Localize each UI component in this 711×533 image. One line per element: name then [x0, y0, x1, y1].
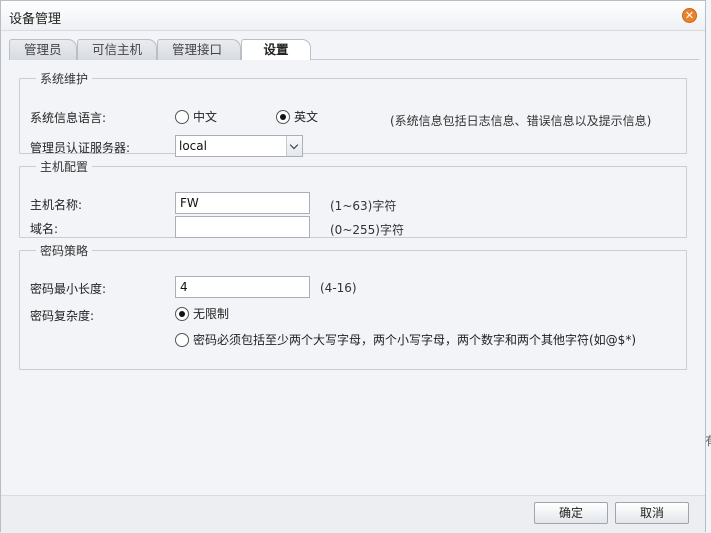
system-maintenance-group: 系统维护 系统信息语言: 中文 英文 (系统信息包括日志信息、错误信息以及提示信…: [19, 70, 687, 157]
hostname-input[interactable]: FW: [175, 192, 310, 214]
tab-administrators[interactable]: 管理员: [9, 39, 77, 60]
settings-panel: 系统维护 系统信息语言: 中文 英文 (系统信息包括日志信息、错误信息以及提示信…: [9, 60, 699, 493]
language-radio-english[interactable]: 英文: [276, 108, 318, 125]
min-length-label: 密码最小长度:: [30, 282, 107, 296]
dialog-title: 设备管理: [9, 12, 62, 27]
auth-server-select[interactable]: local: [175, 135, 303, 157]
chevron-down-icon[interactable]: [286, 136, 302, 156]
auth-server-value: local: [179, 139, 207, 153]
device-management-dialog: 设备管理 ✕ 管理员 可信主机 管理接口 设置 系统维护 系统信息语言: 中文 …: [0, 0, 706, 533]
password-policy-legend: 密码策略: [40, 244, 89, 258]
domain-label: 域名:: [30, 222, 59, 236]
tab-bar: 管理员 可信主机 管理接口 设置: [9, 39, 699, 61]
radio-icon: [175, 109, 189, 124]
system-maintenance-legend: 系统维护: [40, 72, 89, 86]
domain-hint: (0~255)字符: [330, 223, 404, 237]
language-note: (系统信息包括日志信息、错误信息以及提示信息): [390, 114, 652, 128]
complexity-option-unlimited: 无限制: [193, 307, 230, 321]
close-icon[interactable]: ✕: [682, 8, 697, 23]
language-option-english: 英文: [294, 110, 319, 124]
language-option-chinese: 中文: [193, 110, 218, 124]
password-policy-group: 密码策略 密码最小长度: 4 (4-16) 密码复杂度: 无限制 密码必须包括至…: [19, 242, 687, 370]
tab-trusted-hosts[interactable]: 可信主机: [77, 39, 157, 60]
radio-selected-icon: [175, 306, 189, 321]
tab-management-interface[interactable]: 管理接口: [157, 39, 241, 60]
min-length-hint: (4-16): [320, 281, 357, 295]
ok-button[interactable]: 确定: [534, 502, 608, 524]
dialog-titlebar: 设备管理 ✕: [1, 1, 705, 31]
complexity-radio-unlimited[interactable]: 无限制: [175, 305, 229, 322]
complexity-option-strict: 密码必须包括至少两个大写字母，两个小写字母，两个数字和两个其他字符(如@$*): [193, 333, 637, 347]
complexity-radio-strict[interactable]: 密码必须包括至少两个大写字母，两个小写字母，两个数字和两个其他字符(如@$*): [175, 331, 636, 348]
radio-icon: [175, 332, 189, 347]
hostname-label: 主机名称:: [30, 198, 83, 212]
domain-input[interactable]: [175, 216, 310, 238]
hostname-hint: (1~63)字符: [330, 199, 397, 213]
complexity-label: 密码复杂度:: [30, 309, 95, 323]
language-radio-chinese[interactable]: 中文: [175, 108, 217, 125]
dialog-footer: 确定 取消: [1, 495, 705, 533]
language-label: 系统信息语言:: [30, 111, 107, 125]
tab-settings[interactable]: 设置: [241, 39, 311, 61]
radio-selected-icon: [276, 109, 290, 124]
cancel-button[interactable]: 取消: [615, 502, 689, 524]
host-config-legend: 主机配置: [40, 160, 89, 174]
min-length-input[interactable]: 4: [175, 276, 310, 298]
host-config-group: 主机配置 主机名称: FW (1~63)字符 域名: (0~255)字符: [19, 158, 687, 238]
auth-server-label: 管理员认证服务器:: [30, 141, 131, 155]
